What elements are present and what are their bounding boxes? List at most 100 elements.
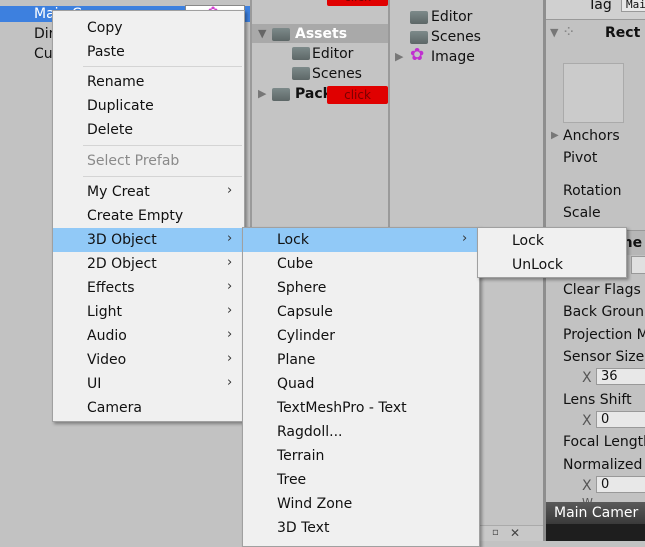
menu-separator <box>83 66 242 67</box>
menu-item-create-empty[interactable]: Create Empty <box>53 204 244 228</box>
file-item[interactable]: Scenes <box>431 28 481 46</box>
file-item[interactable]: Image <box>431 48 475 66</box>
anchor-preset-box[interactable] <box>563 63 624 123</box>
menu-separator <box>83 145 242 146</box>
x-label: X <box>582 370 592 386</box>
menu-item-label: Copy <box>87 20 123 36</box>
x-label: X <box>582 413 592 429</box>
norm-x-field[interactable]: 0 <box>596 476 645 493</box>
menu-item-label: My Creat <box>87 184 150 200</box>
submenu-3d-object: Lock › Cube Sphere Capsule Cylinder Plane… <box>242 227 480 547</box>
menu-item-my-creat[interactable]: My Creat › <box>53 180 244 204</box>
menu-item-label: Ragdoll... <box>277 424 343 440</box>
menu-item-wind-zone[interactable]: Wind Zone <box>243 492 479 516</box>
assets-label[interactable]: Assets <box>295 25 347 43</box>
menu-item-audio[interactable]: Audio › <box>53 324 244 348</box>
menu-item-3d-text[interactable]: 3D Text <box>243 516 479 540</box>
tag-label: Tag <box>588 0 612 13</box>
menu-item-cylinder[interactable]: Cylinder <box>243 324 479 348</box>
preview-title: Main Camer <box>554 505 639 521</box>
menu-item-cube[interactable]: Cube <box>243 252 479 276</box>
menu-item-ragdoll[interactable]: Ragdoll... <box>243 420 479 444</box>
folder-icon <box>410 11 428 24</box>
menu-item-sphere[interactable]: Sphere <box>243 276 479 300</box>
menu-item-light[interactable]: Light › <box>53 300 244 324</box>
menu-item-paste[interactable]: Paste <box>53 40 244 64</box>
submenu-arrow-icon: › <box>227 279 233 294</box>
menu-item-label: UI <box>87 376 102 392</box>
menu-item-copy[interactable]: Copy <box>53 16 244 40</box>
submenu-arrow-icon: › <box>227 327 233 342</box>
projection-label: Projection M <box>563 327 645 343</box>
maximize-icon[interactable]: ▫ <box>492 524 499 542</box>
menu-item-select-prefab: Select Prefab <box>53 149 244 173</box>
collapse-arrow-icon[interactable]: ▼ <box>550 24 558 42</box>
tree-item[interactable]: Editor <box>312 45 353 63</box>
menu-item-lock[interactable]: Lock › <box>243 228 479 252</box>
rect-transform-icon: ⁘ <box>562 22 576 41</box>
rotation-label: Rotation <box>563 183 622 199</box>
focal-length-label: Focal Length <box>563 434 645 450</box>
menu-item-label: Effects <box>87 280 135 296</box>
menu-item-3d-object[interactable]: 3D Object › <box>53 228 246 252</box>
menu-item-label: Rename <box>87 74 145 90</box>
menu-item-textmeshpro-text[interactable]: TextMeshPro - Text <box>243 396 479 420</box>
normalized-label: Normalized <box>563 457 643 473</box>
rect-transform-title: Rect <box>605 25 641 41</box>
menu-item-camera[interactable]: Camera <box>53 396 244 420</box>
file-item[interactable]: Editor <box>431 8 472 26</box>
top-click-button[interactable]: click <box>327 0 388 6</box>
menu-item-label: Camera <box>87 400 142 416</box>
menu-item-label: Lock <box>512 233 544 249</box>
tag-dropdown[interactable]: Mai <box>621 0 645 12</box>
menu-item-label: Audio <box>87 328 127 344</box>
menu-item-terrain[interactable]: Terrain <box>243 444 479 468</box>
menu-item-label: Paste <box>87 44 125 60</box>
menu-item-label: Cube <box>277 256 314 272</box>
menu-item-effects[interactable]: Effects › <box>53 276 244 300</box>
expand-arrow-icon[interactable]: ▶ <box>395 48 403 66</box>
expand-arrow-icon[interactable]: ▶ <box>258 85 266 103</box>
menu-item-plane[interactable]: Plane <box>243 348 479 372</box>
close-icon[interactable]: ✕ <box>510 524 520 542</box>
menu-item-tree[interactable]: Tree <box>243 468 479 492</box>
menu-item-label: TextMeshPro - Text <box>277 400 407 416</box>
menu-item-quad[interactable]: Quad <box>243 372 479 396</box>
expand-arrow-icon[interactable]: ▶ <box>551 127 559 145</box>
folder-icon <box>292 67 310 80</box>
menu-item-duplicate[interactable]: Duplicate <box>53 94 244 118</box>
menu-item-delete[interactable]: Delete <box>53 118 244 142</box>
menu-item-unlock[interactable]: UnLock <box>478 253 626 277</box>
lens-shift-label: Lens Shift <box>563 392 632 408</box>
menu-item-label: Tree <box>277 472 307 488</box>
menu-item-ui[interactable]: UI › <box>53 372 244 396</box>
submenu-arrow-icon: › <box>227 183 233 198</box>
menu-item-rename[interactable]: Rename <box>53 70 244 94</box>
clear-flags-label: Clear Flags <box>563 282 641 298</box>
menu-item-label: Duplicate <box>87 98 154 114</box>
expand-arrow-icon[interactable]: ▼ <box>258 25 266 43</box>
folder-icon <box>272 88 290 101</box>
preview-area <box>546 524 645 541</box>
menu-item-label: Light <box>87 304 122 320</box>
menu-item-2d-object[interactable]: 2D Object › <box>53 252 244 276</box>
menu-item-capsule[interactable]: Capsule <box>243 300 479 324</box>
menu-item-label: 3D Object <box>87 232 157 248</box>
menu-item-video[interactable]: Video › <box>53 348 244 372</box>
menu-item-label: Cylinder <box>277 328 335 344</box>
menu-item-label: Select Prefab <box>87 153 180 169</box>
click-button[interactable]: click <box>327 86 388 104</box>
menu-item-label: 3D Text <box>277 520 330 536</box>
tree-item[interactable]: Scenes <box>312 65 362 83</box>
menu-item-label: Video <box>87 352 127 368</box>
submenu-lock: Lock UnLock <box>477 227 627 278</box>
submenu-arrow-icon: › <box>227 375 233 390</box>
lens-x-field[interactable]: 0 <box>596 411 645 428</box>
menu-item-lock-action[interactable]: Lock <box>478 229 626 253</box>
sensor-size-label: Sensor Size <box>563 349 645 365</box>
hierarchy-item[interactable]: Cu <box>34 45 53 63</box>
menu-item-label: Plane <box>277 352 316 368</box>
sensor-x-field[interactable]: 36 <box>596 368 645 385</box>
anchors-label: Anchors <box>563 128 620 144</box>
folder-icon <box>292 47 310 60</box>
